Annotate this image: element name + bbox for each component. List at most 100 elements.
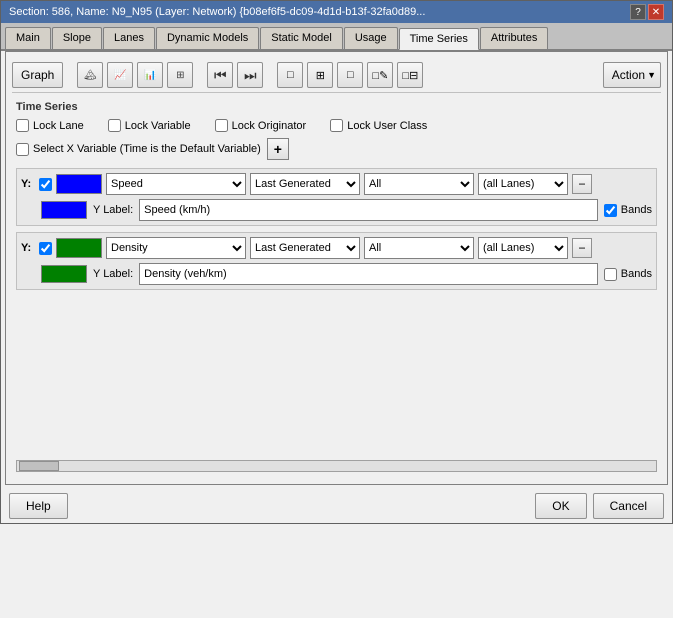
lock-user-class-checkbox[interactable] (330, 119, 343, 132)
tab-dynamic-models[interactable]: Dynamic Models (156, 27, 259, 49)
help-title-button[interactable]: ? (630, 4, 646, 20)
action-label: Action (612, 68, 645, 82)
icon-btn-3[interactable]: 📊 (137, 62, 163, 88)
toolbar: Graph 🏔 📈 📊 ⊞ ⏮ ⏭ □ ⊞ □ □✎ □⊟ Action ▼ (12, 58, 661, 93)
square-icon-4: □⊟ (402, 69, 418, 82)
image-icon-2: 📈 (114, 70, 126, 81)
tab-attributes[interactable]: Attributes (480, 27, 548, 49)
series-2-remove-button[interactable]: − (572, 238, 592, 258)
tab-time-series[interactable]: Time Series (399, 28, 479, 50)
square-icon-1: □ (287, 69, 294, 81)
series-block-1: Y: Speed Last Generated All (all Lanes) (16, 168, 657, 226)
series-2-all-dropdown[interactable]: All (364, 237, 474, 259)
square-icon-2: □ (347, 69, 354, 81)
lock-variable-item: Lock Variable (108, 119, 191, 132)
tabs-row: Main Slope Lanes Dynamic Models Static M… (1, 23, 672, 51)
y-label-1: Y: (21, 178, 35, 190)
series-1-color-swatch[interactable] (41, 201, 87, 219)
series-1-lanes-dropdown[interactable]: (all Lanes) (478, 173, 568, 195)
y-label-2: Y: (21, 242, 35, 254)
empty-area (16, 296, 657, 456)
series-2-bands-item: Bands (604, 268, 652, 281)
series-2-color-box[interactable] (56, 238, 102, 258)
close-title-button[interactable]: ✕ (648, 4, 664, 20)
skip-back-icon: ⏮ (214, 67, 227, 84)
icon-btn-sq4[interactable]: □⊟ (397, 62, 423, 88)
y-label-text-1: Y Label: (93, 204, 133, 216)
series-1-label-row: Y Label: Bands (21, 199, 652, 221)
grid-icon-2: ⊞ (316, 69, 325, 82)
ok-button[interactable]: OK (535, 493, 586, 519)
content-panel: Graph 🏔 📈 📊 ⊞ ⏮ ⏭ □ ⊞ □ □✎ □⊟ Action ▼ T… (5, 51, 668, 485)
series-2-color-swatch[interactable] (41, 265, 87, 283)
time-series-label: Time Series (16, 101, 657, 113)
lock-lane-label: Lock Lane (33, 120, 84, 132)
lock-lane-item: Lock Lane (16, 119, 84, 132)
icon-btn-4[interactable]: ⊞ (167, 62, 193, 88)
checkboxes-area: Lock Lane Lock Variable Lock Originator … (16, 119, 657, 132)
series-1-bands-checkbox[interactable] (604, 204, 617, 217)
series-1-bands-item: Bands (604, 204, 652, 217)
lock-variable-checkbox[interactable] (108, 119, 121, 132)
tab-static-model[interactable]: Static Model (260, 27, 343, 49)
lock-variable-label: Lock Variable (125, 120, 191, 132)
graph-button[interactable]: Graph (12, 62, 63, 88)
series-1-color-box[interactable] (56, 174, 102, 194)
series-row-1: Y: Speed Last Generated All (all Lanes) (21, 173, 652, 195)
skip-back-button[interactable]: ⏮ (207, 62, 233, 88)
title-bar: Section: 586, Name: N9_N95 (Layer: Netwo… (1, 1, 672, 23)
series-2-generated-dropdown[interactable]: Last Generated (250, 237, 360, 259)
tab-lanes[interactable]: Lanes (103, 27, 155, 49)
lock-originator-item: Lock Originator (215, 119, 307, 132)
series-1-variable-dropdown[interactable]: Speed (106, 173, 246, 195)
action-dropdown-arrow: ▼ (647, 70, 656, 80)
x-var-check-item: Select X Variable (Time is the Default V… (16, 143, 261, 156)
series-2-bands-checkbox[interactable] (604, 268, 617, 281)
lock-lane-checkbox[interactable] (16, 119, 29, 132)
action-button[interactable]: Action ▼ (603, 62, 661, 88)
series-2-lanes-dropdown[interactable]: (all Lanes) (478, 237, 568, 259)
series-2-variable-dropdown[interactable]: Density (106, 237, 246, 259)
tab-slope[interactable]: Slope (52, 27, 102, 49)
icon-btn-sq2[interactable]: □ (337, 62, 363, 88)
help-button[interactable]: Help (9, 493, 68, 519)
bottom-right-buttons: OK Cancel (535, 493, 664, 519)
series-2-checkbox[interactable] (39, 242, 52, 255)
icon-btn-sq1[interactable]: □ (277, 62, 303, 88)
scrollbar-thumb[interactable] (19, 461, 59, 471)
square-icon-3: □✎ (372, 69, 388, 82)
horizontal-scrollbar[interactable] (16, 460, 657, 472)
title-text: Section: 586, Name: N9_N95 (Layer: Netwo… (9, 6, 630, 18)
series-row-2: Y: Density Last Generated All (all Lanes… (21, 237, 652, 259)
grid-icon: ⊞ (176, 70, 184, 81)
skip-forward-icon: ⏭ (244, 67, 257, 84)
series-1-checkbox[interactable] (39, 178, 52, 191)
series-2-bands-label: Bands (621, 268, 652, 280)
icon-btn-sq3[interactable]: □✎ (367, 62, 393, 88)
add-series-button[interactable]: + (267, 138, 289, 160)
lock-user-class-item: Lock User Class (330, 119, 427, 132)
tab-main[interactable]: Main (5, 27, 51, 49)
icon-btn-1[interactable]: 🏔 (77, 62, 103, 88)
icon-btn-grid2[interactable]: ⊞ (307, 62, 333, 88)
series-2-label-input[interactable] (139, 263, 598, 285)
series-1-all-dropdown[interactable]: All (364, 173, 474, 195)
x-variable-row: Select X Variable (Time is the Default V… (16, 138, 657, 160)
cancel-button[interactable]: Cancel (593, 493, 664, 519)
x-variable-label: Select X Variable (Time is the Default V… (33, 143, 261, 155)
image-icon-1: 🏔 (84, 70, 97, 81)
icon-btn-2[interactable]: 📈 (107, 62, 133, 88)
tab-usage[interactable]: Usage (344, 27, 398, 49)
series-1-bands-label: Bands (621, 204, 652, 216)
x-variable-checkbox[interactable] (16, 143, 29, 156)
series-1-label-input[interactable] (139, 199, 598, 221)
series-1-generated-dropdown[interactable]: Last Generated (250, 173, 360, 195)
lock-user-class-label: Lock User Class (347, 120, 427, 132)
series-2-label-row: Y Label: Bands (21, 263, 652, 285)
bottom-bar: Help OK Cancel (1, 485, 672, 523)
image-icon-3: 📊 (144, 70, 156, 81)
skip-forward-button[interactable]: ⏭ (237, 62, 263, 88)
lock-originator-checkbox[interactable] (215, 119, 228, 132)
series-1-remove-button[interactable]: − (572, 174, 592, 194)
y-label-text-2: Y Label: (93, 268, 133, 280)
